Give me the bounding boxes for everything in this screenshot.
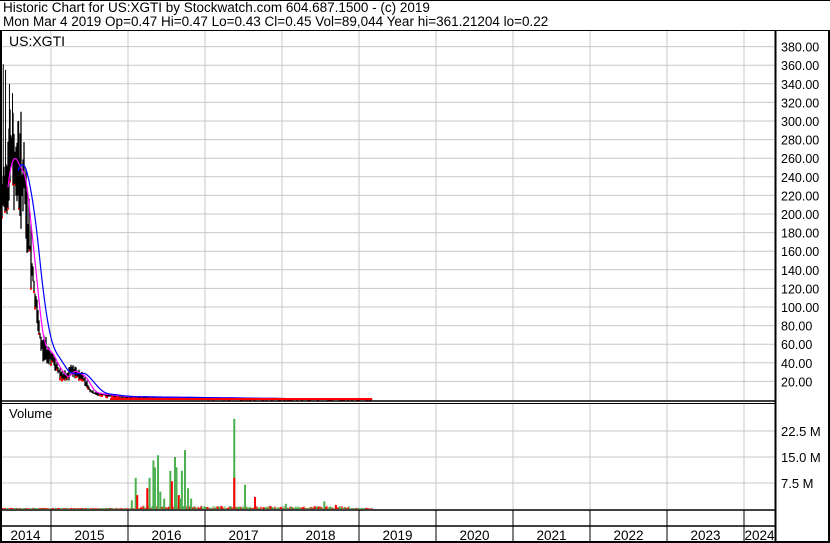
volume-bar	[183, 450, 186, 509]
price-tick-label: 40.00	[781, 357, 812, 371]
price-down-tick	[30, 287, 32, 290]
price-tick-label: 160.00	[781, 245, 819, 259]
short-moving-average-line	[7, 157, 372, 401]
volume-bar	[148, 477, 151, 509]
price-down-tick	[34, 307, 36, 310]
price-tick-label: 60.00	[781, 338, 812, 352]
price-tick-label: 260.00	[781, 152, 819, 166]
price-tick-label: 20.00	[781, 375, 812, 389]
volume-tick-label: 7.5 M	[781, 476, 814, 491]
volume-bar	[159, 491, 162, 509]
volume-bar	[233, 477, 236, 509]
volume-bar	[180, 470, 183, 509]
volume-bar	[190, 498, 193, 509]
volume-bar	[334, 504, 337, 509]
symbol-label: US:XGTI	[9, 33, 65, 49]
volume-bar	[157, 455, 160, 509]
price-tick-label: 220.00	[781, 189, 819, 203]
year-label: 2019	[382, 528, 412, 543]
price-tick-label: 180.00	[781, 227, 819, 241]
price-down-tick	[101, 394, 103, 397]
long-moving-average-line	[17, 164, 372, 401]
year-label: 2016	[151, 528, 181, 543]
year-label: 2021	[536, 528, 566, 543]
price-down-tick	[4, 210, 6, 213]
price-down-tick	[33, 291, 35, 294]
year-label: 2014	[10, 528, 41, 543]
volume-bar	[254, 496, 257, 509]
price-tick-label: 340.00	[781, 78, 819, 92]
price-down-tick	[59, 378, 61, 381]
volume-bar	[170, 481, 173, 509]
price-tick-label: 300.00	[781, 115, 819, 129]
volume-bar	[244, 484, 247, 509]
price-tick-label: 80.00	[781, 320, 812, 334]
year-label: 2022	[613, 528, 643, 543]
year-label: 2024	[744, 528, 775, 543]
price-tick-label: 100.00	[781, 301, 819, 315]
price-down-tick	[50, 363, 52, 366]
price-tick-label: 200.00	[781, 208, 819, 222]
price-tick-label: 120.00	[781, 282, 819, 296]
volume-bar	[284, 503, 287, 509]
volume-label: Volume	[9, 406, 52, 421]
year-label: 2018	[305, 528, 335, 543]
stock-chart: 20.00 40.00 60.00 80.00 100.00 120.00 140.00 16…	[0, 0, 830, 543]
volume-tick-label: 15.0 M	[781, 450, 821, 465]
year-label: 2015	[74, 528, 104, 543]
volume-tick-label: 22.5 M	[781, 424, 821, 439]
volume-bar	[153, 467, 156, 509]
year-label: 2023	[690, 528, 720, 543]
volume-bar	[146, 488, 149, 509]
chart-window: Historic Chart for US:XGTI by Stockwatch…	[0, 0, 830, 543]
price-down-tick	[7, 207, 9, 210]
price-tick-label: 240.00	[781, 171, 819, 185]
volume-bar	[163, 498, 166, 509]
price-tick-label: 380.00	[781, 41, 819, 55]
volume-bar	[187, 488, 190, 509]
price-tick-label: 360.00	[781, 59, 819, 73]
volume-bar	[130, 500, 133, 509]
volume-bar	[136, 495, 139, 509]
price-tick-label: 280.00	[781, 134, 819, 148]
year-label: 2017	[228, 528, 258, 543]
volume-bar	[175, 467, 178, 509]
price-tick-label: 140.00	[781, 264, 819, 278]
price-tick-label: 320.00	[781, 96, 819, 110]
year-label: 2020	[459, 528, 489, 543]
volume-bar	[323, 501, 326, 509]
